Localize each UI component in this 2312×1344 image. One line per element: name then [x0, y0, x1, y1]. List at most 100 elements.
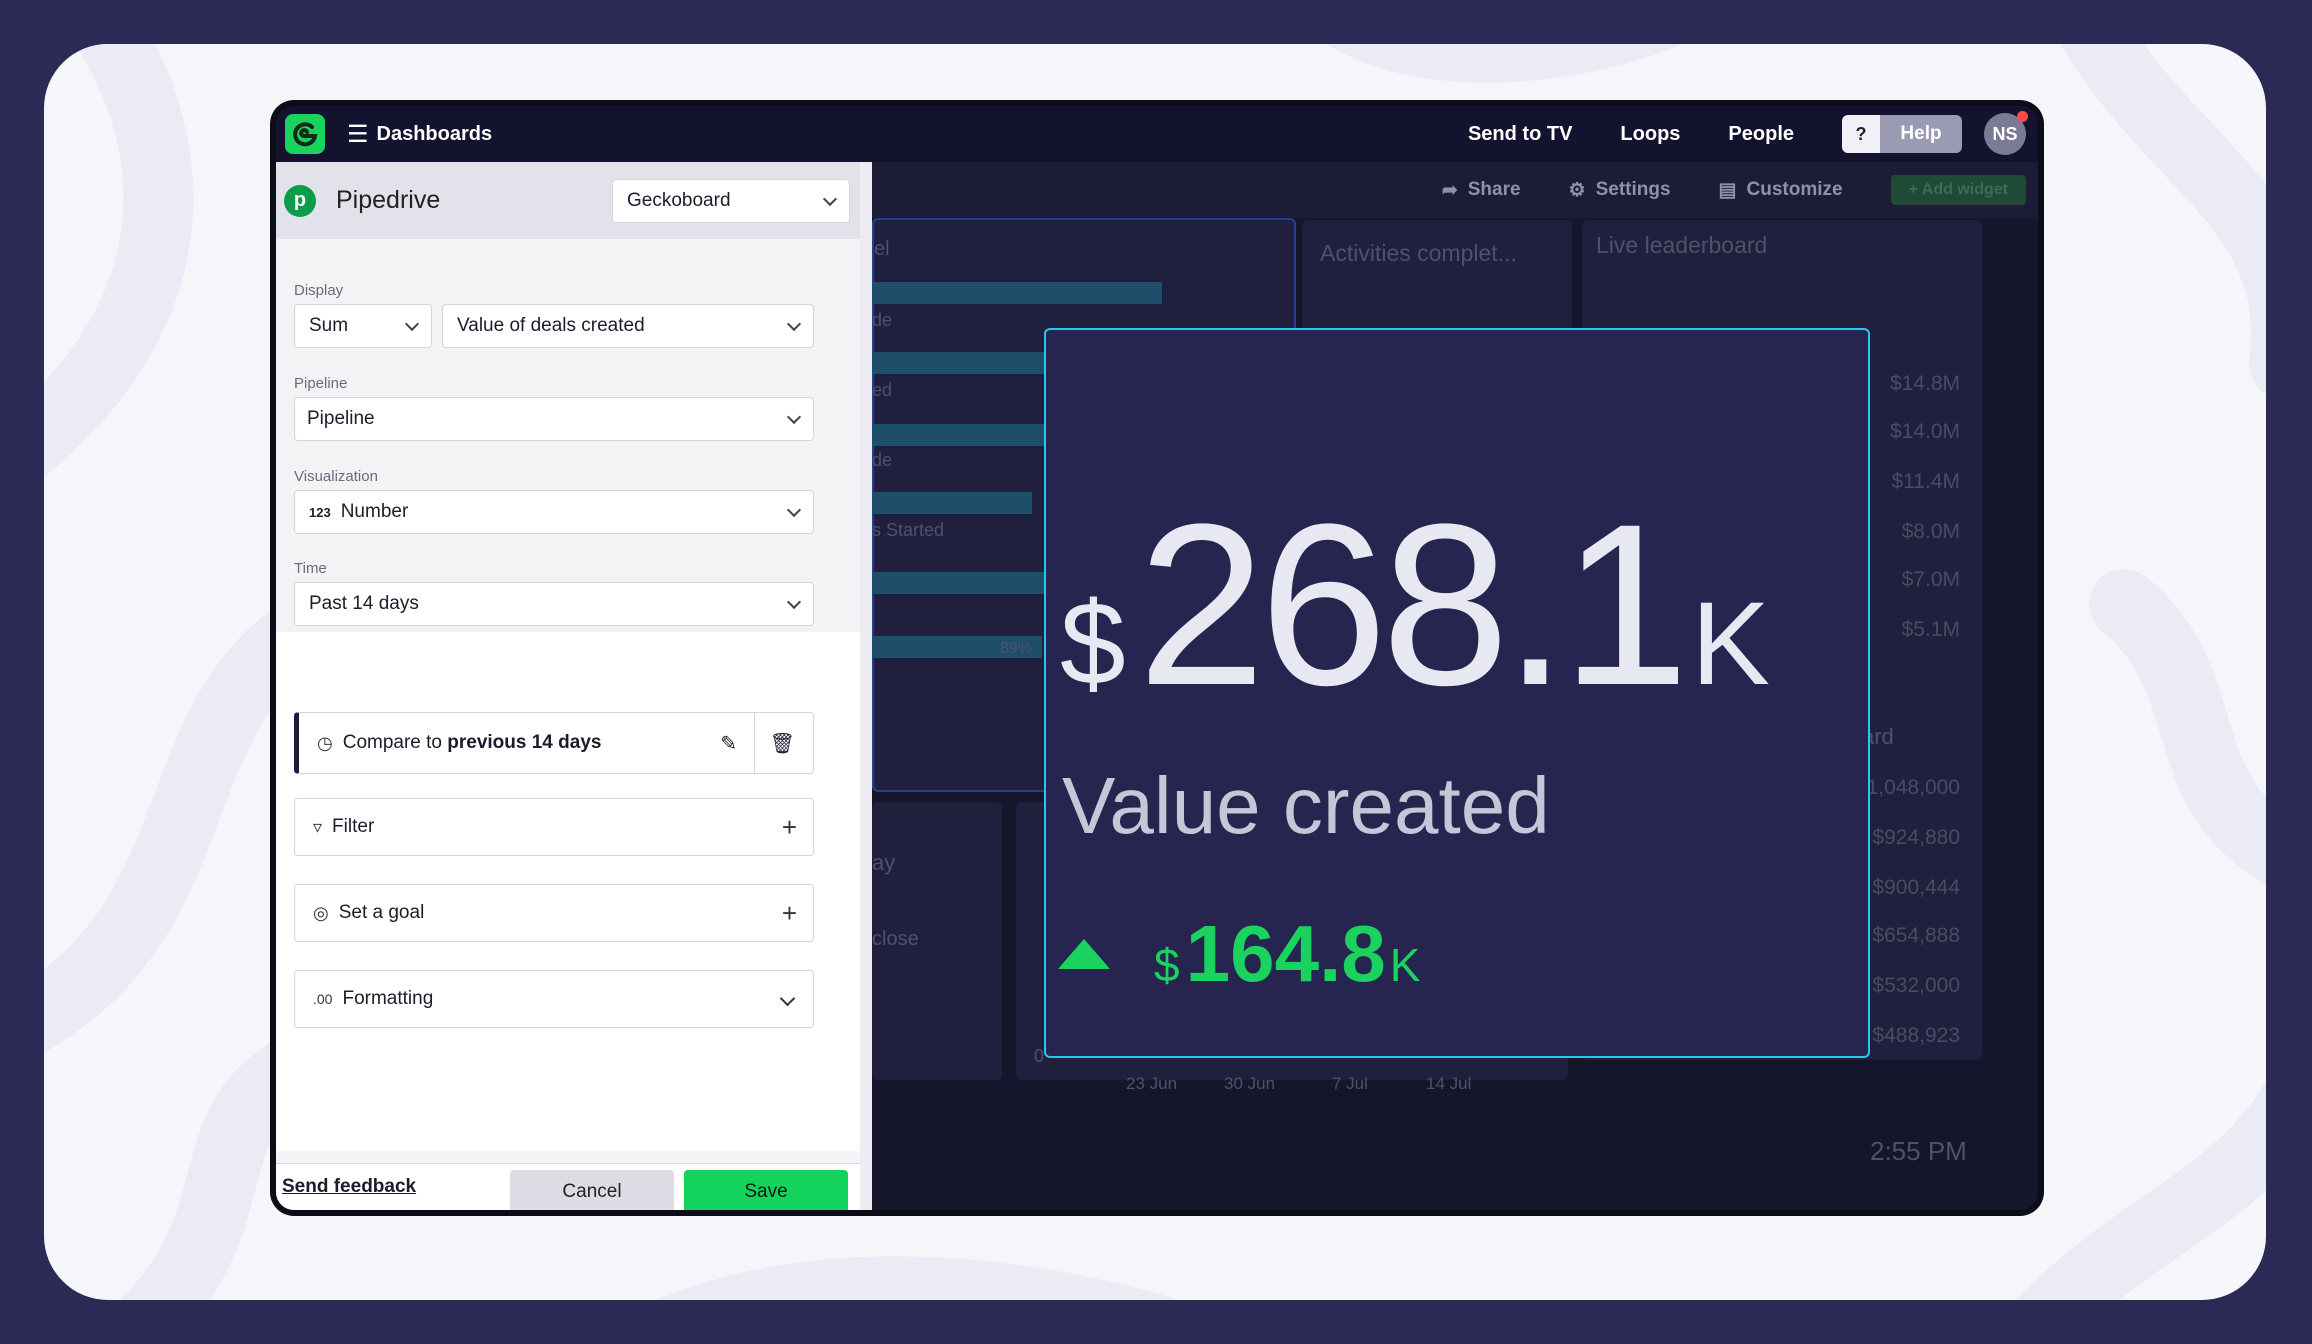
settings-button[interactable]: ⚙ Settings [1569, 179, 1671, 202]
target-icon: ◎ [313, 902, 329, 923]
time-select[interactable]: Past 14 days [294, 582, 814, 626]
visualization-value: Number [340, 501, 409, 522]
funnel-fragment: s Started [872, 520, 945, 540]
funnel-fragment: de [872, 310, 893, 330]
x-tick-label: 7 Jul [1332, 1074, 1368, 1093]
chevron-down-icon [822, 191, 838, 207]
formatting-button[interactable]: .00 Formatting [294, 970, 814, 1028]
leaderboard-title: Live leaderboard [1596, 232, 1768, 258]
nav-send-to-tv[interactable]: Send to TV [1468, 123, 1572, 146]
panel-scrollbar[interactable] [860, 162, 872, 1210]
compare-row[interactable]: ◷ Compare to previous 14 days ✎ 🗑 [294, 712, 814, 774]
customize-icon: ▤ [1718, 179, 1737, 201]
dashboard-clock: 2:55 PM [1870, 1136, 1967, 1166]
compare-currency: $ [1154, 939, 1180, 991]
chevron-down-icon [786, 502, 802, 518]
currency-symbol: $ [1060, 578, 1126, 710]
nav-people[interactable]: People [1728, 123, 1794, 146]
decimal-icon: .00 [313, 991, 333, 1007]
funnel-fragment: de [872, 450, 893, 470]
share-icon: ➦ [1441, 179, 1458, 201]
goal-label: Set a goal [338, 902, 425, 923]
x-tick-label: 23 Jun [1126, 1074, 1178, 1093]
big-number: $ 268.1 K [1060, 490, 1770, 720]
add-widget-button[interactable]: + Add widget [1890, 175, 2026, 205]
bottom-widget-fragment: ay [872, 850, 896, 875]
pencil-icon[interactable]: ✎ [720, 731, 737, 756]
visualization-select[interactable]: 123 Number [294, 490, 814, 534]
top-bar: ☰ Dashboards Send to TV Loops People ? H… [276, 106, 2038, 162]
source-title: Pipedrive [336, 186, 441, 214]
metric-select[interactable]: Value of deals created [442, 304, 814, 348]
set-goal-button[interactable]: ◎ Set a goal + [294, 884, 814, 942]
avatar[interactable]: NS [1984, 111, 2028, 155]
account-value: Geckoboard [627, 190, 731, 211]
metric-value: Value of deals created [457, 315, 645, 336]
time-label: Time [294, 560, 327, 577]
nav-loops[interactable]: Loops [1620, 123, 1680, 146]
panel-footer: Send feedback Cancel Save [276, 1163, 860, 1210]
save-button[interactable]: Save [684, 1170, 848, 1210]
chevron-down-icon [786, 594, 802, 610]
avatar-initials: NS [1992, 123, 2018, 144]
help-question-icon: ? [1842, 115, 1880, 153]
dashboard-toolbar: ➦ Share ⚙ Settings ▤ Customize + Add widget [872, 162, 2038, 218]
widget-config-panel: p Pipedrive Geckoboard Display Sum Value… [276, 162, 872, 1210]
x-tick-label: 30 Jun [1224, 1074, 1276, 1093]
bottom-widget-fragment: close [872, 928, 919, 950]
dashboards-menu[interactable]: Dashboards [377, 123, 493, 146]
compare-value: 164.8 [1185, 909, 1386, 998]
chevron-down-icon [786, 316, 802, 332]
funnel-fragment: ed [872, 380, 893, 400]
add-widget-label: Add widget [1921, 181, 2008, 198]
hamburger-menu-icon[interactable]: ☰ [347, 120, 369, 149]
aggregation-select[interactable]: Sum [294, 304, 432, 348]
chevron-down-icon [786, 409, 802, 425]
pipeline-label: Pipeline [294, 375, 348, 392]
customize-button[interactable]: ▤ Customize [1719, 179, 1843, 202]
funnel-fragment: el [874, 238, 890, 260]
filter-label: Filter [332, 816, 375, 837]
display-label: Display [294, 282, 344, 299]
compare-prefix: Compare to [342, 732, 448, 753]
customize-label: Customize [1746, 179, 1843, 200]
x-tick-label: 14 Jul [1426, 1074, 1472, 1093]
pipeline-select[interactable]: Pipeline [294, 397, 814, 441]
help-label: Help [1880, 115, 1962, 153]
cancel-button[interactable]: Cancel [510, 1170, 674, 1210]
number-type-icon: 123 [309, 504, 331, 520]
chevron-down-icon [404, 316, 420, 332]
app-window: el de ed de s Started 89% Activities com… [276, 106, 2038, 1210]
time-value: Past 14 days [309, 593, 419, 614]
clock-icon: ◷ [317, 732, 333, 753]
send-feedback-link[interactable]: Send feedback [282, 1176, 416, 1198]
settings-label: Settings [1595, 179, 1671, 200]
filter-button[interactable]: ▿ Filter + [294, 798, 814, 856]
share-label: Share [1467, 179, 1521, 200]
top-nav: Send to TV Loops People ? Help NS [1468, 106, 2038, 162]
plus-icon: + [781, 897, 797, 928]
plus-icon: + [781, 811, 797, 842]
funnel-icon: ▿ [313, 816, 323, 837]
visualization-label: Visualization [294, 468, 378, 485]
pipedrive-logo-icon: p [284, 184, 316, 217]
account-select[interactable]: Geckoboard [612, 179, 850, 223]
number-widget-preview: $ 268.1 K Value created $ 164.8 K [1044, 328, 1870, 1058]
pipeline-value: Pipeline [307, 408, 375, 429]
trash-icon[interactable]: 🗑 [770, 731, 795, 756]
chevron-down-icon [779, 990, 796, 1007]
formatting-label: Formatting [342, 988, 434, 1009]
aggregation-value: Sum [309, 315, 349, 336]
widget-label: Value created [1062, 761, 1550, 850]
share-button[interactable]: ➦ Share [1442, 179, 1521, 202]
compare-suffix: K [1389, 939, 1421, 991]
gear-icon: ⚙ [1568, 179, 1586, 201]
notification-dot [2017, 111, 2028, 122]
trend-up-icon [1058, 939, 1110, 969]
geckoboard-logo-icon[interactable] [285, 114, 325, 154]
help-button[interactable]: ? Help [1842, 115, 1962, 153]
number-value: 268.1 [1137, 476, 1690, 733]
number-suffix: K [1691, 578, 1770, 710]
activities-title: Activities complet... [1320, 240, 1517, 266]
compare-period: previous 14 days [447, 732, 602, 753]
